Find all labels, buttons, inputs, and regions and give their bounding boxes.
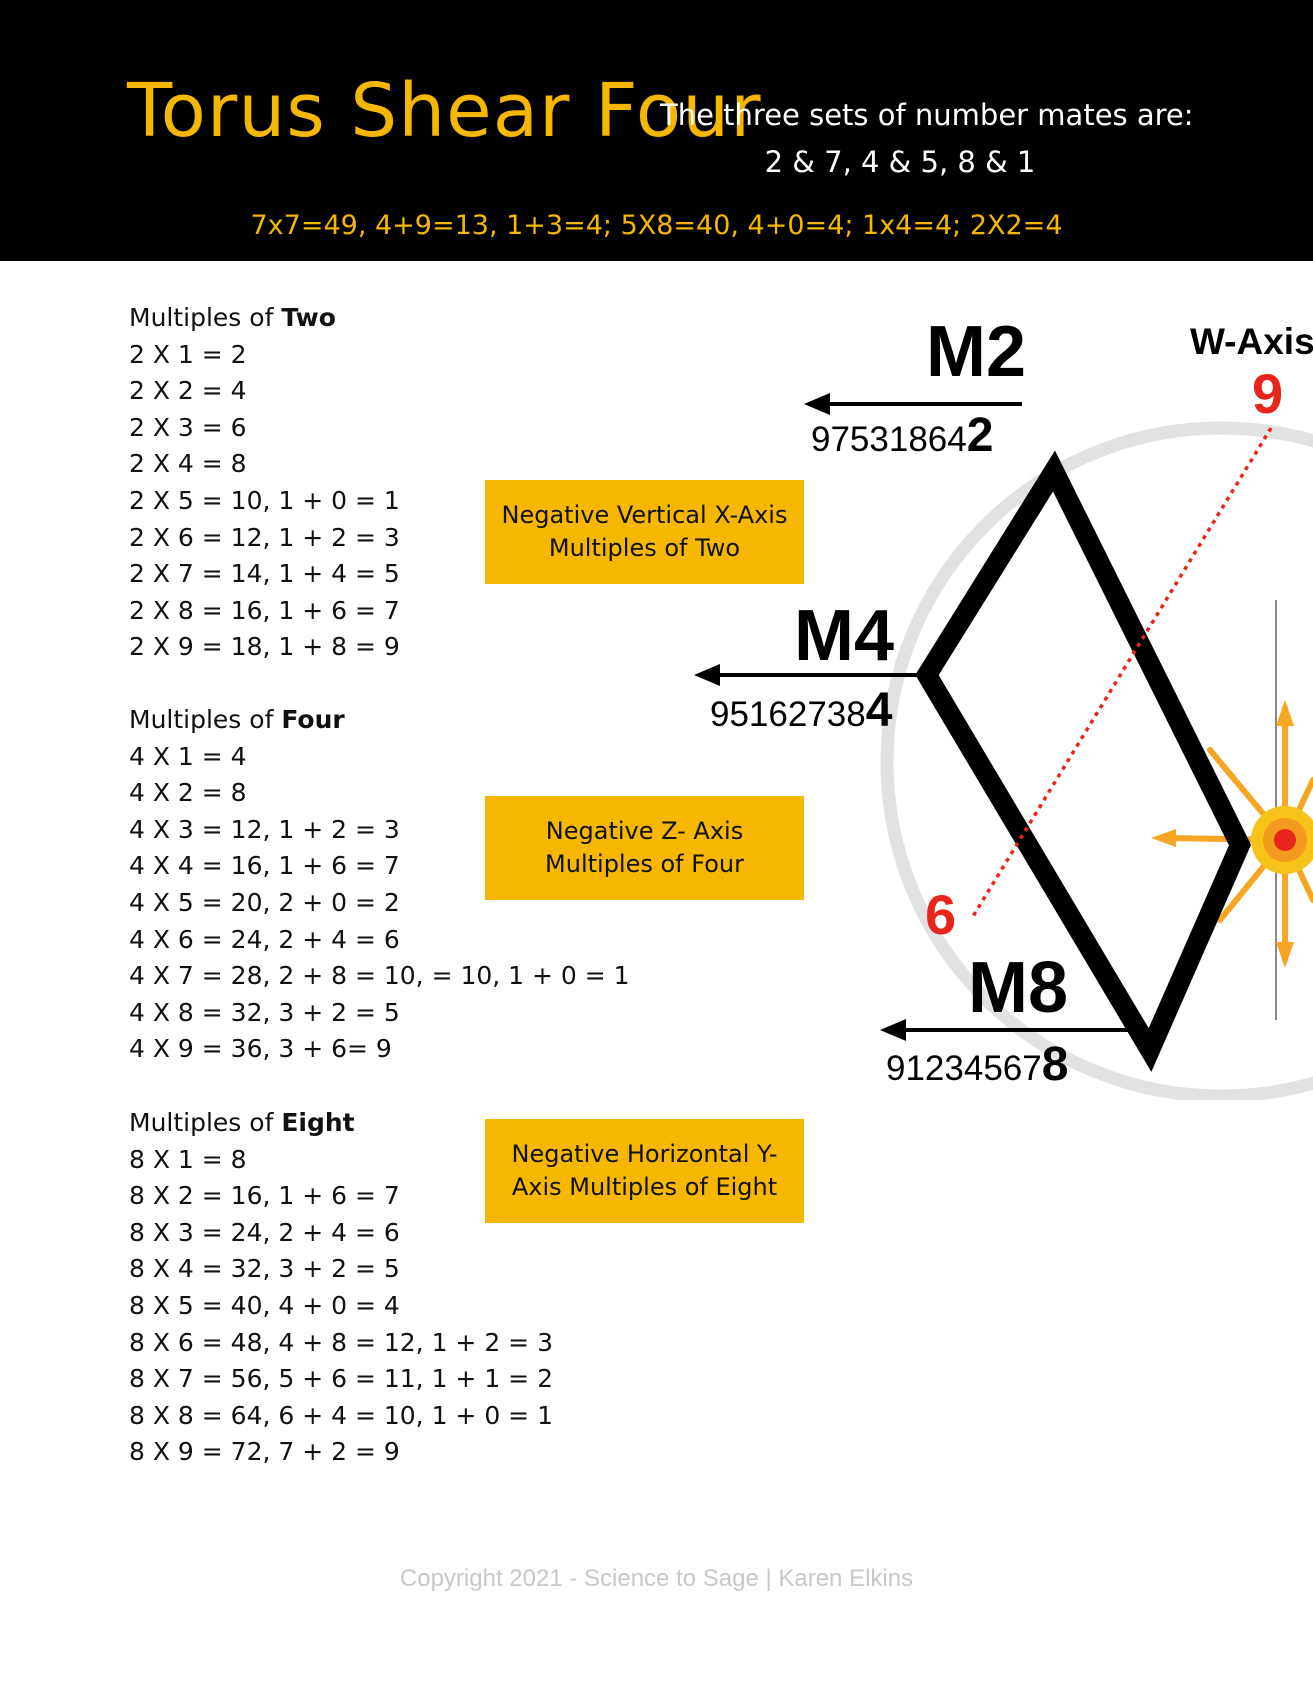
multiple-row: 8 X 7 = 56, 5 + 6 = 11, 1 + 1 = 2 — [129, 1364, 553, 1394]
torus-diagram: M2 975318642 M4 951627384 M8 912345678 W… — [694, 312, 1313, 1100]
multiple-row: 2 X 2 = 4 — [129, 376, 247, 406]
m2-arrowhead — [804, 393, 830, 415]
multiple-row: 4 X 8 = 32, 3 + 2 = 5 — [129, 997, 400, 1027]
multiple-row: 8 X 4 = 32, 3 + 2 = 5 — [129, 1254, 400, 1284]
label-box-eight: Negative Horizontal Y-Axis Multiples of … — [485, 1119, 804, 1223]
multiple-row: 2 X 6 = 12, 1 + 2 = 3 — [129, 522, 400, 552]
m4-label: M4 — [794, 596, 894, 676]
m2-sequence: 975318642 — [811, 409, 993, 462]
multiple-row: 8 X 9 = 72, 7 + 2 = 9 — [129, 1437, 400, 1467]
m4-sequence: 951627384 — [710, 684, 893, 737]
w-axis-label: W-Axis — [1190, 321, 1313, 362]
multiple-row: 2 X 3 = 6 — [129, 412, 247, 442]
six-label: 6 — [925, 883, 956, 946]
multiple-row: 4 X 6 = 24, 2 + 4 = 6 — [129, 924, 400, 954]
multiple-row: 8 X 5 = 40, 4 + 0 = 4 — [129, 1290, 400, 1320]
multiple-row: 2 X 7 = 14, 1 + 4 = 5 — [129, 559, 400, 589]
copyright-footer: Copyright 2021 - Science to Sage | Karen… — [399, 1565, 914, 1592]
multiple-row: 4 X 9 = 36, 3 + 6= 9 — [129, 1034, 392, 1064]
multiple-row: 2 X 4 = 8 — [129, 449, 247, 479]
multiples-heading: Multiples of Four — [129, 705, 345, 734]
m4-arrowhead — [694, 664, 720, 686]
m2-label: M2 — [926, 312, 1026, 392]
torus-circle — [880, 421, 1313, 1100]
multiple-row: 8 X 8 = 64, 6 + 4 = 10, 1 + 0 = 1 — [129, 1400, 553, 1430]
multiple-row: 4 X 1 = 4 — [129, 741, 247, 771]
multiples-heading: Multiples of Two — [129, 303, 336, 332]
multiples-two-block: Multiples of Two 2 X 1 = 2 2 X 2 = 4 2 X… — [129, 300, 400, 666]
multiple-row: 2 X 8 = 16, 1 + 6 = 7 — [129, 595, 400, 625]
nine-label: 9 — [1252, 362, 1283, 425]
m8-arrowhead — [880, 1019, 906, 1041]
multiple-row: 2 X 5 = 10, 1 + 0 = 1 — [129, 485, 400, 515]
multiple-row: 4 X 7 = 28, 2 + 8 = 10, = 10, 1 + 0 = 1 — [129, 961, 630, 991]
number-mates-pairs: 2 & 7, 4 & 5, 8 & 1 — [764, 145, 1036, 179]
number-mates-heading: The three sets of number mates are: — [660, 98, 1194, 132]
header-banner: Torus Shear Four The three sets of numbe… — [0, 0, 1313, 261]
m8-sequence: 912345678 — [886, 1038, 1068, 1091]
equation-line: 7x7=49, 4+9=13, 1+3=4; 5X8=40, 4+0=4; 1x… — [250, 210, 1063, 241]
multiple-row: 8 X 6 = 48, 4 + 8 = 12, 1 + 2 = 3 — [129, 1327, 553, 1357]
multiple-row: 2 X 1 = 2 — [129, 339, 247, 369]
m8-label: M8 — [968, 948, 1068, 1028]
multiple-row: 2 X 9 = 18, 1 + 8 = 9 — [129, 632, 400, 662]
